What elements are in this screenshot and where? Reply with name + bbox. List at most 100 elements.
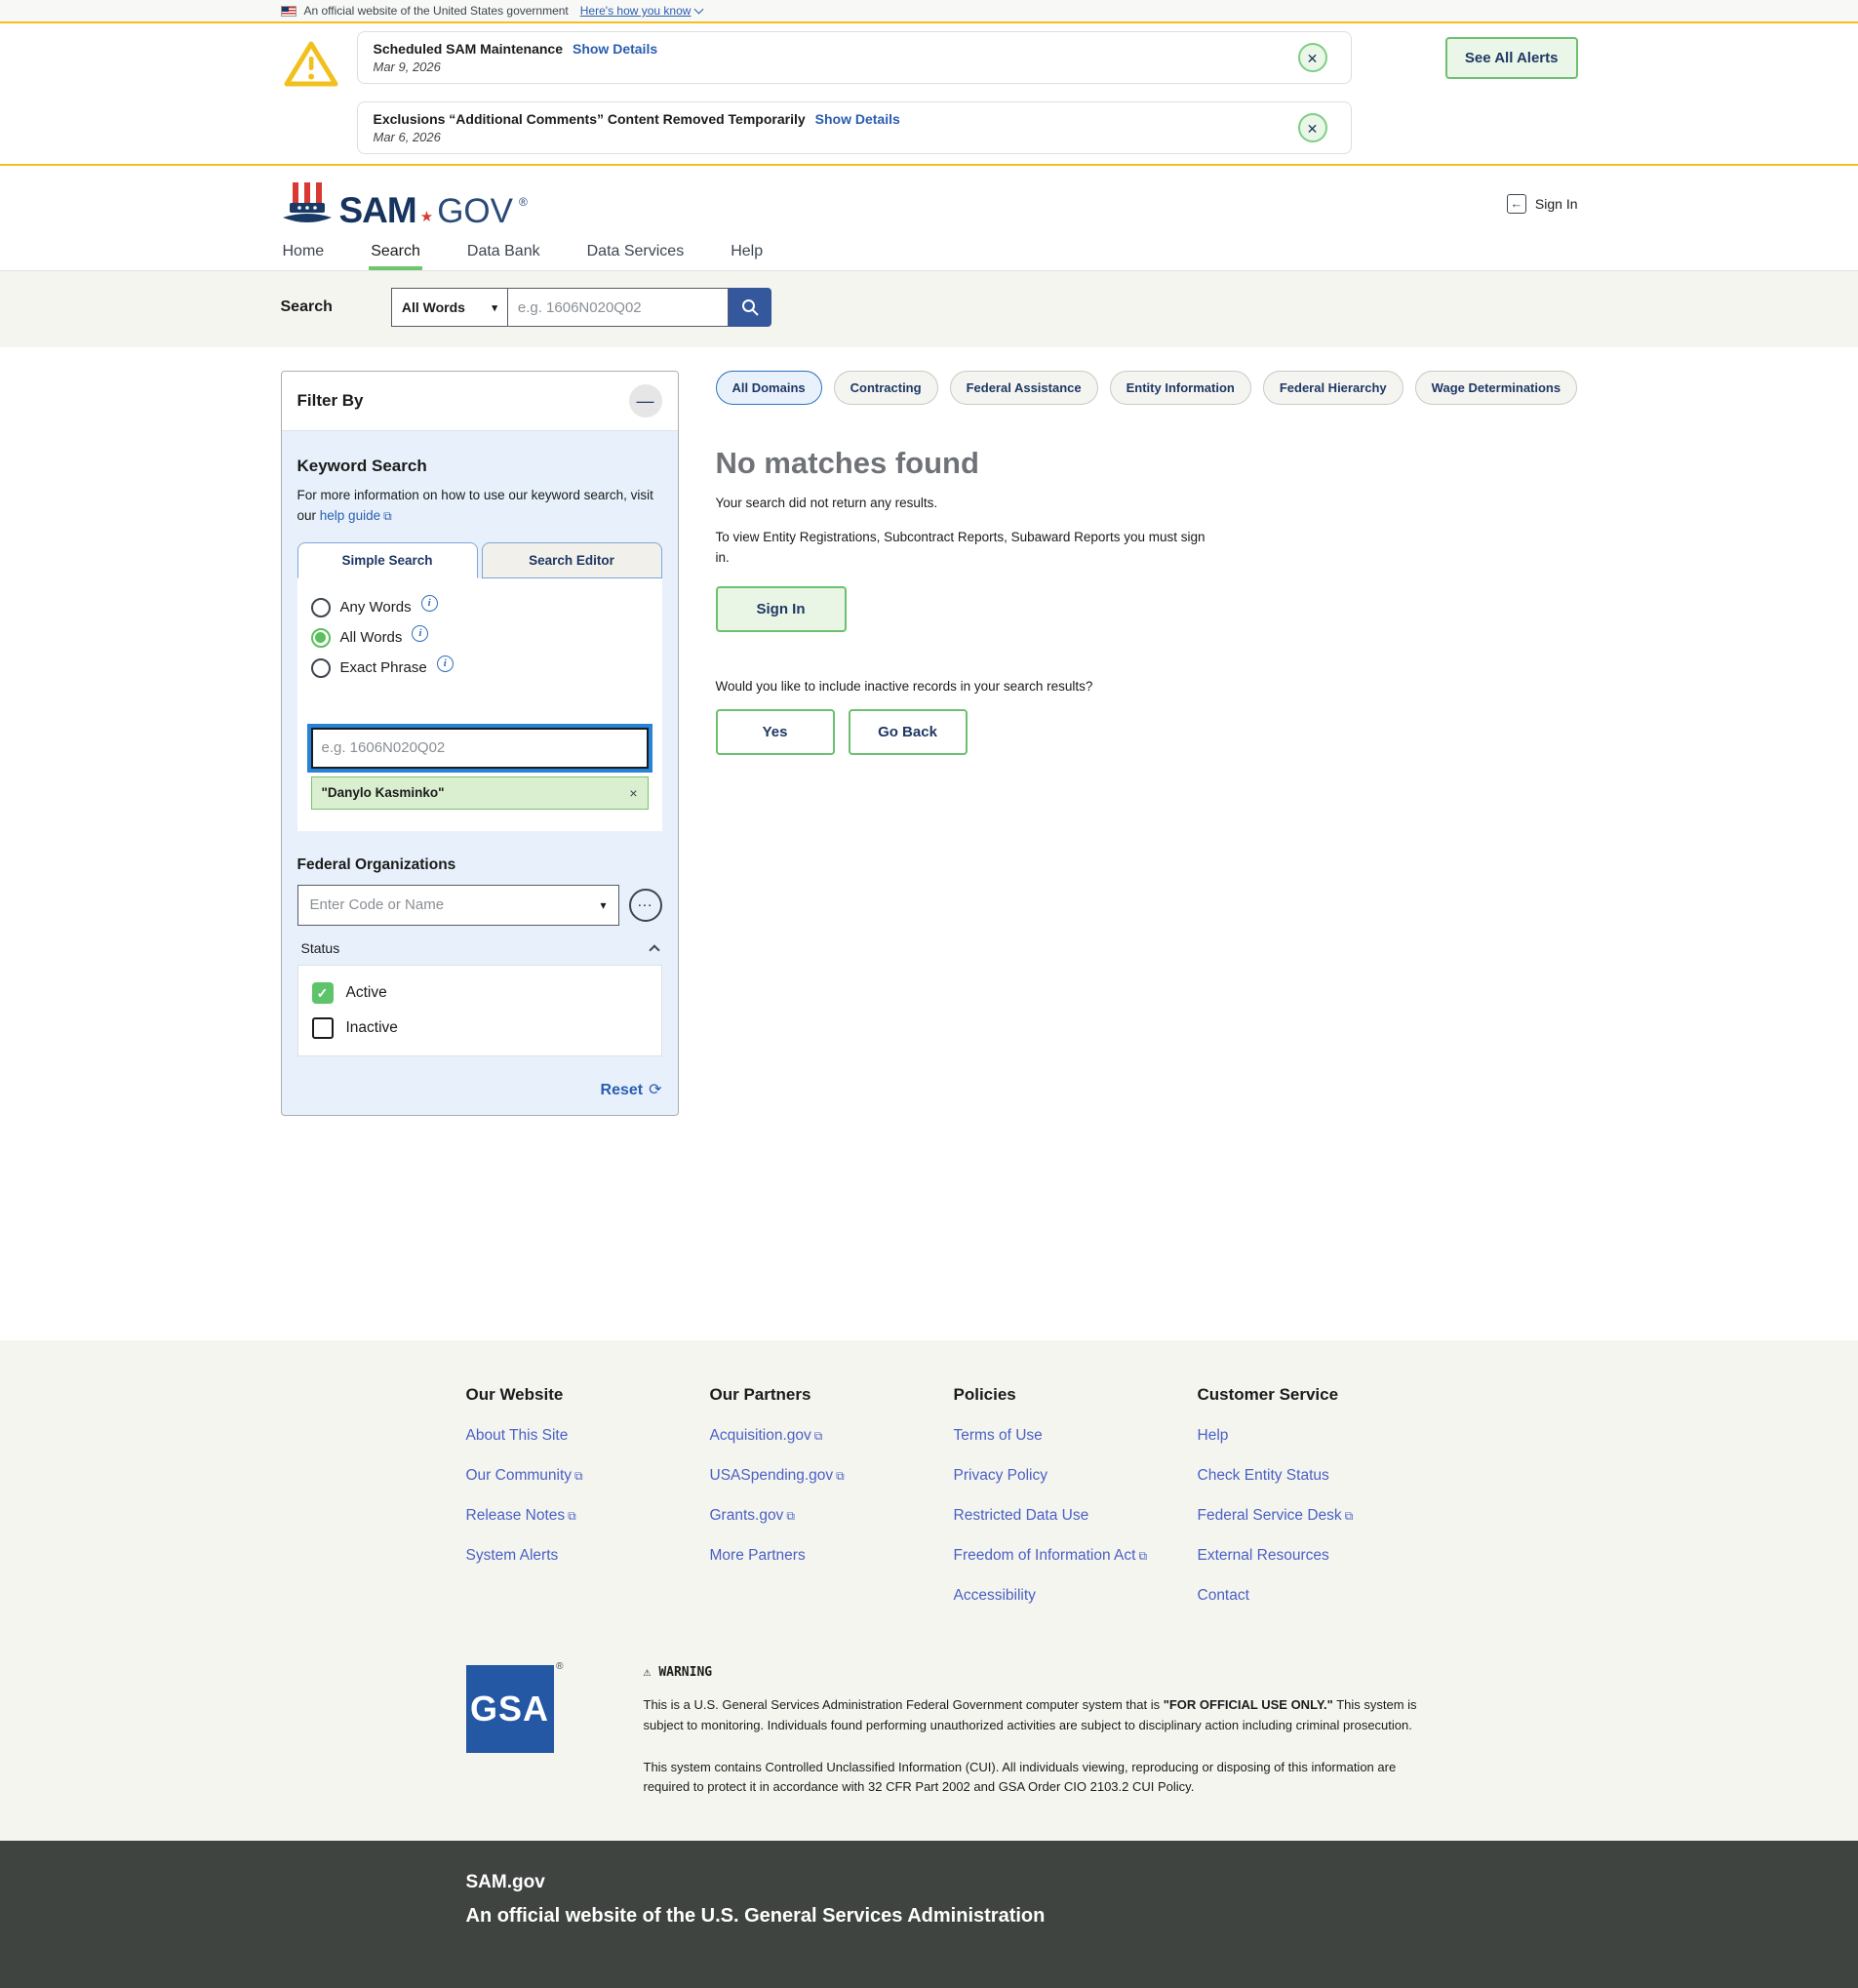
external-link-icon: ⧉ <box>786 1509 795 1523</box>
results-column: All Domains Contracting Federal Assistan… <box>716 371 1578 755</box>
footer-link-usaspending-gov[interactable]: USASpending.gov⧉ <box>710 1467 954 1485</box>
gov-banner: An official website of the United States… <box>0 0 1858 23</box>
info-icon[interactable]: i <box>412 625 428 642</box>
domain-tab-contracting[interactable]: Contracting <box>834 371 938 405</box>
search-label: Search <box>281 298 333 316</box>
warning-icon: ⚠ <box>644 1665 652 1680</box>
footer-link-federal-service-desk[interactable]: Federal Service Desk⧉ <box>1198 1507 1442 1525</box>
logo-star-icon: ★ <box>420 210 433 224</box>
info-icon[interactable]: i <box>437 656 454 672</box>
alert-close-button[interactable]: ✕ <box>1298 113 1327 142</box>
footer-heading: Our Partners <box>710 1385 954 1405</box>
footer-link-privacy-policy[interactable]: Privacy Policy <box>954 1467 1198 1485</box>
alert-date: Mar 6, 2026 <box>374 130 1283 144</box>
footer-link-release-notes[interactable]: Release Notes⧉ <box>466 1507 710 1525</box>
sign-in-button[interactable]: Sign In <box>716 586 847 632</box>
alert-card: Scheduled SAM Maintenance Show Details Ma… <box>357 31 1352 84</box>
footer-link-help[interactable]: Help <box>1198 1427 1442 1445</box>
federal-organizations-combobox[interactable]: Enter Code or Name ▾ <box>297 885 619 926</box>
bottom-footer: SAM.gov An official website of the U.S. … <box>0 1841 1858 1988</box>
status-section-toggle[interactable]: Status <box>297 940 662 956</box>
show-details-link[interactable]: Show Details <box>573 41 657 57</box>
footer-link-accessibility[interactable]: Accessibility <box>954 1587 1198 1605</box>
active-checkbox[interactable]: ✓ <box>312 982 334 1004</box>
nav-item-search[interactable]: Search <box>369 234 422 270</box>
caret-down-icon: ▾ <box>492 301 497 314</box>
footer-column-our-partners: Our Partners Acquisition.gov⧉ USASpendin… <box>710 1385 954 1605</box>
footer-link-freedom-of-information-act[interactable]: Freedom of Information Act⧉ <box>954 1547 1198 1565</box>
chip-remove-icon[interactable]: × <box>629 785 637 801</box>
footer-tagline: An official website of the U.S. General … <box>466 1905 1578 1928</box>
footer-link-more-partners[interactable]: More Partners <box>710 1547 954 1565</box>
footer-link-external-resources[interactable]: External Resources <box>1198 1547 1442 1565</box>
radio-any-words[interactable] <box>311 598 331 617</box>
site-footer: Our Website About This Site Our Communit… <box>0 1340 1858 1841</box>
us-flag-icon <box>281 6 296 17</box>
footer-link-terms-of-use[interactable]: Terms of Use <box>954 1427 1198 1445</box>
external-link-icon: ⧉ <box>1345 1509 1354 1523</box>
radio-all-words[interactable] <box>311 628 331 648</box>
sign-in-icon: ← <box>1507 194 1526 214</box>
tab-search-editor[interactable]: Search Editor <box>482 542 662 578</box>
go-back-button[interactable]: Go Back <box>849 709 968 755</box>
top-search-input[interactable] <box>508 288 729 327</box>
alert-close-button[interactable]: ✕ <box>1298 43 1327 72</box>
chevron-down-icon <box>694 4 704 14</box>
tab-simple-search[interactable]: Simple Search <box>297 542 478 578</box>
sign-in-required-text: To view Entity Registrations, Subcontrac… <box>716 528 1208 569</box>
close-icon: ✕ <box>1307 121 1319 137</box>
domain-tab-entity-information[interactable]: Entity Information <box>1110 371 1251 405</box>
ellipsis-icon: ... <box>638 894 653 910</box>
domain-tab-wage-determinations[interactable]: Wage Determinations <box>1415 371 1577 405</box>
footer-link-check-entity-status[interactable]: Check Entity Status <box>1198 1467 1442 1485</box>
search-submit-button[interactable] <box>729 288 771 327</box>
alert-card: Exclusions “Additional Comments” Content… <box>357 101 1352 154</box>
domain-tab-federal-assistance[interactable]: Federal Assistance <box>950 371 1098 405</box>
info-icon[interactable]: i <box>421 595 438 612</box>
help-guide-link[interactable]: help guide⧉ <box>320 508 392 523</box>
see-all-alerts-button[interactable]: See All Alerts <box>1445 37 1578 79</box>
footer-link-contact[interactable]: Contact <box>1198 1587 1442 1605</box>
collapse-filters-button[interactable]: — <box>629 384 662 417</box>
how-you-know-link[interactable]: Here's how you know <box>580 4 703 18</box>
footer-column-policies: Policies Terms of Use Privacy Policy Res… <box>954 1385 1198 1605</box>
header-sign-in-link[interactable]: ← Sign In <box>1507 194 1578 214</box>
footer-column-customer-service: Customer Service Help Check Entity Statu… <box>1198 1385 1442 1605</box>
footer-link-system-alerts[interactable]: System Alerts <box>466 1547 710 1565</box>
keyword-search-input[interactable] <box>311 728 649 769</box>
sam-gov-logo[interactable]: SAM★GOV® <box>281 181 528 226</box>
search-icon <box>740 298 760 317</box>
footer-link-about-this-site[interactable]: About This Site <box>466 1427 710 1445</box>
external-link-icon: ⧉ <box>568 1509 576 1523</box>
minus-icon: — <box>637 391 654 411</box>
footer-link-acquisition-gov[interactable]: Acquisition.gov⧉ <box>710 1427 954 1445</box>
footer-link-grants-gov[interactable]: Grants.gov⧉ <box>710 1507 954 1525</box>
no-matches-title: No matches found <box>716 446 1578 481</box>
alert-title: Scheduled SAM Maintenance <box>374 41 563 57</box>
footer-link-our-community[interactable]: Our Community⧉ <box>466 1467 710 1485</box>
radio-exact-phrase[interactable] <box>311 658 331 678</box>
footer-link-restricted-data-use[interactable]: Restricted Data Use <box>954 1507 1198 1525</box>
filter-by-title: Filter By <box>297 391 364 411</box>
domain-tab-federal-hierarchy[interactable]: Federal Hierarchy <box>1263 371 1403 405</box>
show-details-link[interactable]: Show Details <box>815 111 900 127</box>
search-strip: Search All Words ▾ <box>0 271 1858 347</box>
search-mode-select[interactable]: All Words ▾ <box>391 288 508 327</box>
footer-site-name: SAM.gov <box>466 1872 1578 1893</box>
footer-column-our-website: Our Website About This Site Our Communit… <box>466 1385 710 1605</box>
inactive-checkbox[interactable] <box>312 1017 334 1039</box>
footer-heading: Policies <box>954 1385 1198 1405</box>
no-results-text: Your search did not return any results. <box>716 496 1578 510</box>
nav-item-home[interactable]: Home <box>281 234 327 270</box>
nav-item-help[interactable]: Help <box>729 234 765 270</box>
yes-button[interactable]: Yes <box>716 709 835 755</box>
alert-title: Exclusions “Additional Comments” Content… <box>374 111 806 127</box>
nav-item-data-services[interactable]: Data Services <box>585 234 687 270</box>
more-options-button[interactable]: ... <box>629 889 662 922</box>
reset-filters-link[interactable]: Reset⟳ <box>601 1082 662 1098</box>
domain-tabs: All Domains Contracting Federal Assistan… <box>716 371 1578 405</box>
nav-item-data-bank[interactable]: Data Bank <box>465 234 542 270</box>
domain-tab-all-domains[interactable]: All Domains <box>716 371 822 405</box>
alert-date: Mar 9, 2026 <box>374 60 1283 74</box>
main-nav: Home Search Data Bank Data Services Help <box>0 234 1858 271</box>
